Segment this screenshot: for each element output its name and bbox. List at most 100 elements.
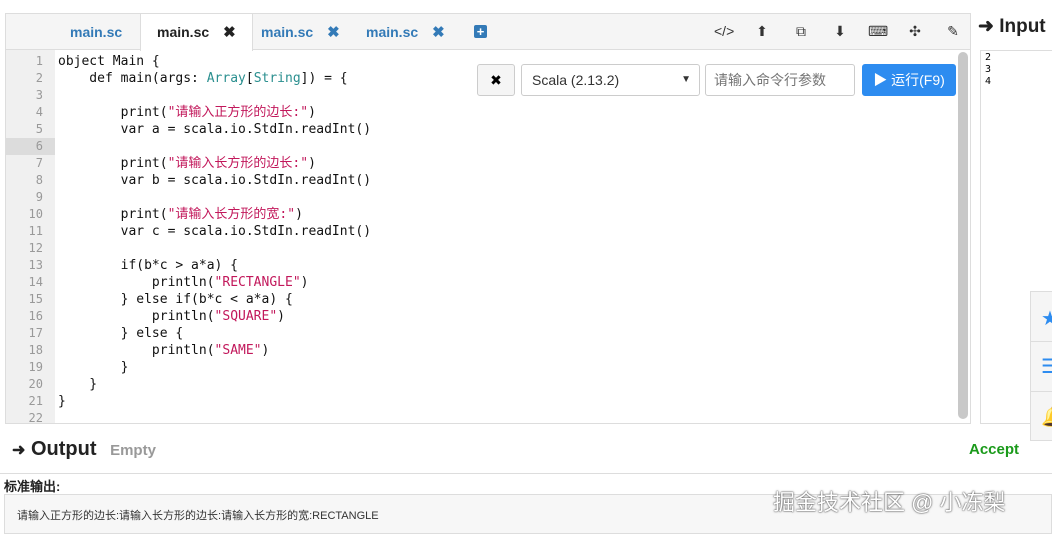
line-number: 1 bbox=[35, 54, 43, 68]
code-token: } else if(b*c < a*a) { bbox=[58, 292, 293, 307]
code-line: object Main { bbox=[58, 53, 160, 70]
code-token: ) bbox=[308, 105, 316, 120]
code-line: } bbox=[58, 393, 66, 410]
line-number: 2 bbox=[35, 71, 43, 85]
code-line: var b = scala.io.StdIn.readInt() bbox=[58, 172, 371, 189]
close-icon[interactable]: ✖ bbox=[223, 24, 236, 41]
copy-icon[interactable]: ⧉ bbox=[792, 23, 810, 40]
scrollbar[interactable] bbox=[958, 52, 968, 419]
line-number: 22 bbox=[28, 411, 43, 425]
code-line: print("请输入长方形的边长:") bbox=[58, 155, 316, 172]
code-token: "请输入长方形的边长:" bbox=[167, 156, 309, 171]
code-line: println("SAME") bbox=[58, 342, 269, 359]
code-token: ) bbox=[277, 309, 285, 324]
code-token: object Main { bbox=[58, 54, 160, 69]
fullscreen-icon[interactable]: ✣ bbox=[906, 23, 924, 40]
code-token: String bbox=[253, 71, 301, 86]
download-icon[interactable]: ⬇ bbox=[831, 23, 849, 40]
code-token: } bbox=[58, 394, 66, 409]
watermark: 掘金技术社区 @ 小冻梨 bbox=[773, 490, 1006, 515]
code-token: println( bbox=[58, 343, 215, 358]
tab-label: main.sc bbox=[261, 24, 314, 40]
verdict-badge: Accept bbox=[969, 441, 1020, 458]
output-header: ➜ Output Empty bbox=[12, 438, 156, 461]
tab-label: main.sc bbox=[70, 24, 123, 40]
code-line: } else if(b*c < a*a) { bbox=[58, 291, 293, 308]
code-editor: main.sc main.sc ✖ main.sc ✖ main.sc ✖ + </>… bbox=[5, 13, 971, 425]
language-value: Scala (2.13.2) bbox=[532, 72, 620, 88]
code-line: if(b*c > a*a) { bbox=[58, 257, 238, 274]
code-token: "SQUARE" bbox=[214, 309, 278, 324]
code-token: print( bbox=[58, 156, 168, 171]
sign-in-icon: ➜ bbox=[978, 16, 994, 37]
code-token: "请输入长方形的宽:" bbox=[167, 207, 296, 222]
line-number: 3 bbox=[35, 88, 43, 102]
line-number: 8 bbox=[35, 173, 43, 187]
edit-icon[interactable]: ✎ bbox=[944, 23, 962, 40]
line-number: 7 bbox=[35, 156, 43, 170]
code-token: def main(args: bbox=[58, 71, 207, 86]
code-token: "RECTANGLE" bbox=[214, 275, 301, 290]
code-token: var c = scala.io.StdIn.readInt() bbox=[58, 224, 372, 239]
code-line: println("RECTANGLE") bbox=[58, 274, 309, 291]
close-icon[interactable]: ✖ bbox=[327, 24, 340, 41]
line-number: 11 bbox=[28, 224, 43, 238]
code-line: } bbox=[58, 376, 97, 393]
code-line bbox=[58, 138, 121, 155]
bell-icon[interactable]: 🔔 bbox=[1031, 392, 1052, 440]
tab-label: main.sc bbox=[366, 24, 419, 40]
tab-main-2[interactable]: main.sc ✖ bbox=[140, 14, 253, 51]
tab-main-4[interactable]: main.sc ✖ bbox=[366, 14, 445, 50]
list-icon[interactable]: ☰ bbox=[1031, 342, 1052, 392]
code-token: "SAME" bbox=[214, 343, 262, 358]
code-token: println( bbox=[58, 275, 215, 290]
code-token: [ bbox=[245, 71, 254, 86]
code-token: ) bbox=[308, 156, 316, 171]
code-line: print("请输入正方形的边长:") bbox=[58, 104, 316, 121]
line-number: 9 bbox=[35, 190, 43, 204]
upload-icon[interactable]: ⬆ bbox=[753, 23, 771, 40]
code-token: if(b*c > a*a) { bbox=[58, 258, 239, 273]
args-input[interactable] bbox=[705, 64, 855, 96]
language-select[interactable]: Scala (2.13.2) ▼ bbox=[521, 64, 700, 96]
tab-label: main.sc bbox=[157, 24, 210, 40]
code-line: def main(args: Array[String]) = { bbox=[58, 70, 348, 87]
code-token: ) bbox=[300, 275, 309, 290]
code-token: print( bbox=[58, 207, 168, 222]
code-line: println("SQUARE") bbox=[58, 308, 285, 325]
clear-button[interactable]: ✖ bbox=[477, 64, 515, 96]
keyboard-icon[interactable]: ⌨ bbox=[868, 23, 888, 40]
chevron-down-icon: ▼ bbox=[681, 74, 691, 85]
add-tab-icon[interactable]: + bbox=[474, 25, 487, 38]
line-number: 5 bbox=[35, 122, 43, 136]
tab-main-3[interactable]: main.sc ✖ bbox=[261, 14, 340, 50]
close-icon[interactable]: ✖ bbox=[432, 24, 445, 41]
sign-out-icon: ➜ bbox=[12, 442, 26, 459]
run-button[interactable]: ▶ 运行(F9) bbox=[862, 64, 956, 96]
stdout-label: 标准输出: bbox=[4, 479, 61, 494]
line-number: 19 bbox=[28, 360, 43, 374]
star-icon[interactable]: ★ bbox=[1031, 292, 1052, 342]
tab-main-1[interactable]: main.sc bbox=[70, 14, 122, 50]
code-icon[interactable]: </> bbox=[714, 23, 734, 39]
code-token: var a = scala.io.StdIn.readInt() bbox=[58, 122, 372, 137]
code-token: "请输入正方形的边长:" bbox=[167, 105, 309, 120]
code-token: print( bbox=[58, 105, 168, 120]
code-line: var c = scala.io.StdIn.readInt() bbox=[58, 223, 371, 240]
code-token: } bbox=[58, 377, 98, 392]
code-token: ]) = { bbox=[300, 71, 348, 86]
line-number: 10 bbox=[28, 207, 43, 221]
line-number: 20 bbox=[28, 377, 43, 391]
input-header: ➜ Input bbox=[978, 15, 1046, 38]
code-line: print("请输入长方形的宽:") bbox=[58, 206, 303, 223]
line-number: 18 bbox=[28, 343, 43, 357]
output-status: Empty bbox=[110, 442, 156, 459]
code-token: var b = scala.io.StdIn.readInt() bbox=[58, 173, 372, 188]
line-number: 13 bbox=[28, 258, 43, 272]
code-token: } bbox=[58, 360, 129, 375]
code-token: ) bbox=[295, 207, 303, 222]
code-token: ) bbox=[261, 343, 270, 358]
line-number: 12 bbox=[28, 241, 43, 255]
line-number: 4 bbox=[35, 105, 43, 119]
